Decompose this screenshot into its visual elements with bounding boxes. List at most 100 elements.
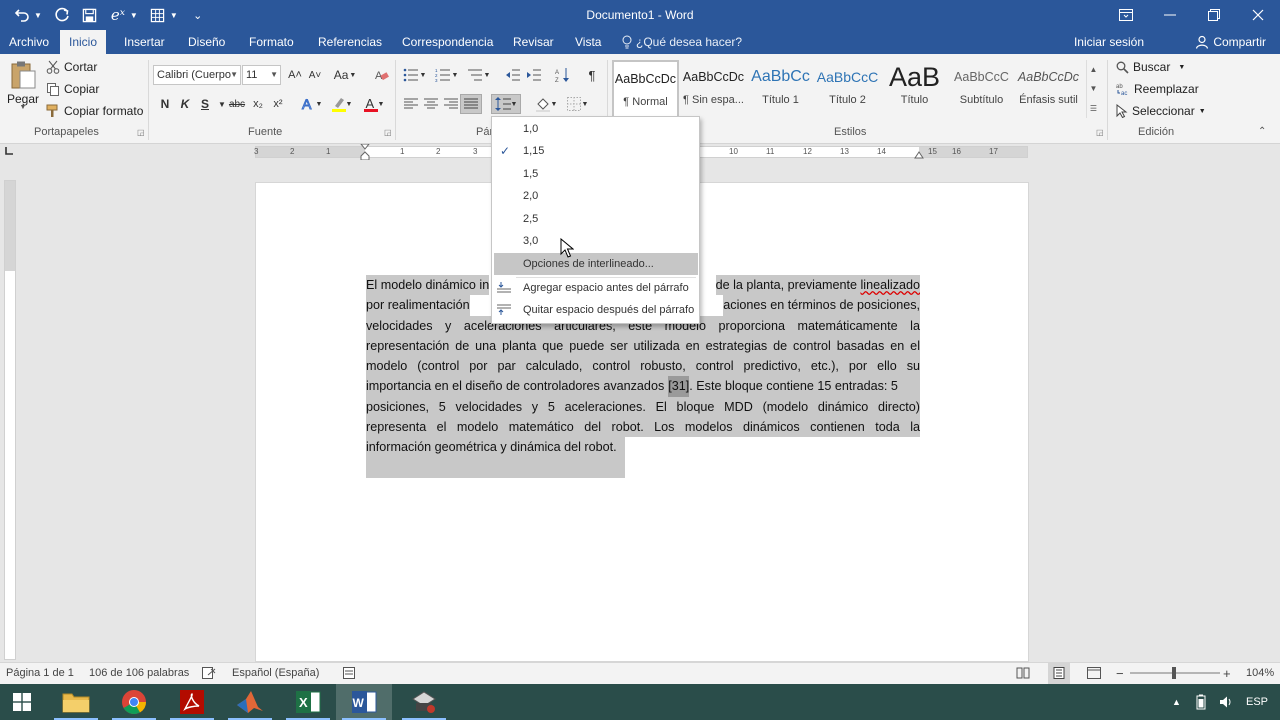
font-color-dropdown-icon[interactable]: ▼ — [376, 94, 386, 114]
other-app-taskbar-button[interactable] — [396, 684, 452, 720]
tab-correspondencia[interactable]: Correspondencia — [393, 30, 502, 54]
remove-space-after-item[interactable]: Quitar espacio después del párrafo — [492, 299, 699, 321]
cut-button[interactable]: Cortar — [46, 60, 97, 74]
multilevel-dropdown-icon[interactable]: ▼ — [482, 65, 492, 85]
collapse-ribbon-icon[interactable]: ⌃ — [1258, 126, 1266, 137]
word-taskbar-button[interactable]: W — [336, 684, 392, 720]
minimize-button[interactable] — [1148, 0, 1192, 30]
justify-button[interactable] — [460, 94, 482, 114]
share-button[interactable]: Compartir — [1195, 30, 1266, 54]
grow-font-button[interactable]: A˄ — [284, 65, 306, 85]
battery-icon[interactable] — [1196, 684, 1206, 720]
tab-formato[interactable]: Formato — [240, 30, 303, 54]
line-spacing-option-1-5[interactable]: 1,5 — [492, 163, 699, 185]
tab-selector-icon[interactable] — [4, 146, 16, 158]
right-indent-marker-icon[interactable] — [914, 149, 924, 159]
tab-inicio[interactable]: Inicio — [60, 30, 107, 54]
styles-gallery-scroll[interactable]: ▲ ▼ ☰ — [1086, 60, 1100, 118]
acrobat-taskbar-button[interactable] — [164, 684, 220, 720]
bullets-dropdown-icon[interactable]: ▼ — [418, 65, 428, 85]
zoom-slider-track[interactable] — [1130, 666, 1220, 680]
italic-button[interactable]: K — [174, 94, 196, 114]
text-effects-dropdown-icon[interactable]: ▼ — [314, 94, 324, 114]
page-count[interactable]: Página 1 de 1 — [6, 663, 74, 684]
volume-icon[interactable] — [1219, 684, 1233, 720]
change-case-button[interactable]: Aa ▼ — [332, 65, 358, 85]
line-spacing-option-3-0[interactable]: 3,0 — [492, 230, 699, 252]
tell-me-box[interactable]: ¿Qué desea hacer? — [622, 30, 742, 54]
restore-button[interactable] — [1192, 0, 1236, 30]
scroll-down-icon[interactable]: ▼ — [1090, 84, 1098, 93]
macro-recording-icon[interactable] — [343, 663, 355, 684]
font-name-combo[interactable]: Calibri (Cuerpo ▼ — [153, 65, 241, 85]
style-subtle-emphasis[interactable]: AaBbCcDc Énfasis sutil — [1015, 60, 1082, 118]
ribbon-display-options-button[interactable] — [1104, 0, 1148, 30]
tab-referencias[interactable]: Referencias — [309, 30, 391, 54]
line-spacing-option-1-0[interactable]: 1,0 — [492, 118, 699, 140]
font-size-combo[interactable]: 11 ▼ — [242, 65, 281, 85]
zoom-level[interactable]: 104% — [1246, 663, 1274, 684]
zoom-slider[interactable] — [1130, 663, 1220, 684]
tab-diseno[interactable]: Diseño — [179, 30, 234, 54]
show-formatting-marks-button[interactable]: ¶ — [581, 65, 603, 85]
tab-archivo[interactable]: Archivo — [0, 30, 58, 54]
select-button[interactable]: Seleccionar ▼ — [1116, 104, 1206, 118]
style-normal[interactable]: AaBbCcDc ¶ Normal — [612, 60, 679, 118]
proofing-icon[interactable] — [202, 663, 216, 684]
shading-dropdown-icon[interactable]: ▼ — [549, 94, 559, 114]
tray-overflow-icon[interactable]: ▲ — [1172, 684, 1181, 720]
file-explorer-taskbar-button[interactable] — [48, 684, 104, 720]
align-center-button[interactable] — [420, 94, 442, 114]
replace-button[interactable]: ab ac Reemplazar — [1116, 82, 1199, 96]
print-layout-button[interactable] — [1048, 663, 1070, 684]
line-spacing-option-1-15[interactable]: ✓ 1,15 — [492, 140, 699, 162]
clear-formatting-button[interactable]: A — [370, 65, 392, 85]
language-status[interactable]: Español (España) — [232, 663, 319, 684]
scroll-up-icon[interactable]: ▲ — [1090, 65, 1098, 74]
paste-dropdown-icon[interactable]: ▼ — [20, 104, 27, 111]
decrease-indent-button[interactable] — [502, 65, 524, 85]
read-mode-button[interactable] — [1016, 663, 1030, 684]
highlight-dropdown-icon[interactable]: ▼ — [344, 94, 354, 114]
first-line-indent-marker-icon[interactable] — [360, 144, 370, 160]
format-painter-button[interactable]: Copiar formato — [46, 104, 143, 118]
zoom-in-button[interactable]: + — [1223, 663, 1231, 684]
line-spacing-option-2-0[interactable]: 2,0 — [492, 185, 699, 207]
tab-vista[interactable]: Vista — [566, 30, 610, 54]
style-heading-1[interactable]: AaBbCc Título 1 — [747, 60, 814, 118]
copy-button[interactable]: Copiar — [46, 82, 99, 96]
tab-insertar[interactable]: Insertar — [115, 30, 174, 54]
superscript-button[interactable]: x² — [267, 94, 289, 114]
style-heading-2[interactable]: AaBbCcC Título 2 — [814, 60, 881, 118]
align-left-button[interactable] — [400, 94, 422, 114]
tab-revisar[interactable]: Revisar — [504, 30, 563, 54]
strikethrough-button[interactable]: abc — [226, 94, 248, 114]
sign-in-link[interactable]: Iniciar sesión — [1074, 30, 1144, 54]
chrome-taskbar-button[interactable] — [106, 684, 162, 720]
clipboard-dialog-launcher-icon[interactable]: ◲ — [137, 128, 145, 137]
start-button[interactable] — [0, 684, 44, 720]
close-button[interactable] — [1236, 0, 1280, 30]
bold-button[interactable]: N — [154, 94, 176, 114]
paste-button[interactable]: Pegar ▼ — [6, 60, 40, 111]
more-styles-icon[interactable]: ☰ — [1090, 104, 1097, 113]
input-language-indicator[interactable]: ESP — [1246, 684, 1268, 720]
line-spacing-option-2-5[interactable]: 2,5 — [492, 208, 699, 230]
zoom-out-button[interactable]: − — [1116, 663, 1124, 684]
add-space-before-item[interactable]: Agregar espacio antes del párrafo — [492, 277, 699, 299]
style-title[interactable]: AaB Título — [881, 60, 948, 118]
vertical-ruler[interactable] — [4, 180, 16, 660]
line-spacing-options-item[interactable]: Opciones de interlineado... — [494, 253, 698, 275]
web-layout-button[interactable] — [1087, 663, 1101, 684]
increase-indent-button[interactable] — [523, 65, 545, 85]
line-spacing-button[interactable]: ▼ — [491, 94, 521, 114]
subscript-button[interactable]: x₂ — [247, 94, 269, 114]
font-dialog-launcher-icon[interactable]: ◲ — [384, 128, 392, 137]
align-right-button[interactable] — [440, 94, 462, 114]
word-count[interactable]: 106 de 106 palabras — [89, 663, 189, 684]
sort-button[interactable]: AZ — [552, 65, 574, 85]
style-subtitle[interactable]: AaBbCcC Subtítulo — [948, 60, 1015, 118]
borders-dropdown-icon[interactable]: ▼ — [580, 94, 590, 114]
shrink-font-button[interactable]: A˅ — [304, 65, 326, 85]
find-button[interactable]: Buscar ▼ — [1116, 60, 1185, 74]
